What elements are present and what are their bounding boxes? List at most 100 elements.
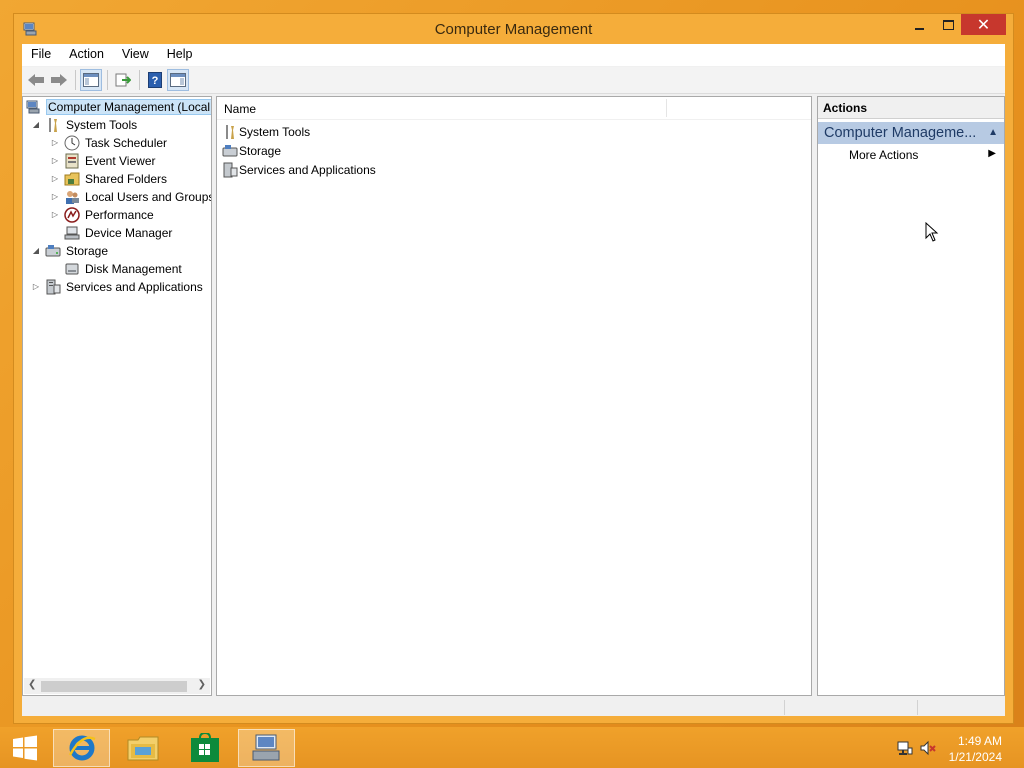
network-icon[interactable]	[897, 740, 913, 756]
collapsed-arrow-icon[interactable]: ▷	[50, 152, 60, 170]
disk-management-icon	[65, 263, 79, 275]
menu-bar: File Action View Help	[22, 44, 1005, 66]
scroll-left-arrow-icon[interactable]: ❮	[28, 679, 36, 690]
collapsed-arrow-icon[interactable]: ▷	[50, 206, 60, 224]
console-tree-icon	[83, 73, 99, 87]
taskbar-computer-management[interactable]	[238, 729, 295, 767]
actions-section-computer-management[interactable]: Computer Manageme... ▲	[818, 122, 1004, 144]
status-divider	[917, 700, 918, 715]
collapsed-arrow-icon[interactable]: ▷	[31, 278, 41, 296]
export-list-icon	[115, 73, 131, 87]
toolbar: ?	[22, 67, 1005, 94]
export-list-button[interactable]	[112, 69, 134, 91]
expanded-arrow-icon[interactable]: ◢	[31, 242, 41, 260]
window-client: File Action View Help ? Computer Managem…	[22, 44, 1005, 716]
console-tree-pane[interactable]: Computer Management (Local ◢ System Tool…	[22, 96, 212, 696]
submenu-arrow-icon[interactable]: ▶	[988, 148, 996, 159]
back-arrow-icon	[28, 74, 44, 86]
menu-file[interactable]: File	[22, 44, 60, 66]
minimize-icon	[914, 27, 924, 30]
storage-icon	[222, 145, 238, 157]
help-icon: ?	[148, 72, 162, 88]
scrollbar-thumb[interactable]	[41, 681, 187, 692]
computer-management-window: Computer Management ✕ File Action View H…	[13, 13, 1014, 724]
services-and-applications-icon	[223, 162, 238, 178]
tree-label: Storage	[66, 244, 109, 258]
collapsed-arrow-icon[interactable]: ▷	[50, 170, 60, 188]
taskbar-internet-explorer[interactable]	[53, 729, 110, 767]
tree-label: Task Scheduler	[85, 136, 168, 150]
computer-management-icon	[252, 734, 279, 761]
maximize-button[interactable]	[934, 14, 962, 35]
taskbar-store[interactable]	[176, 729, 233, 767]
clock-time: 1:49 AM	[957, 734, 1002, 748]
actions-pane: Actions Computer Manageme... ▲ More Acti…	[817, 96, 1005, 696]
toolbar-separator	[139, 70, 140, 90]
tree-horizontal-scrollbar[interactable]: ❮ ❯	[24, 678, 210, 694]
forward-button[interactable]	[48, 69, 70, 91]
expanded-arrow-icon[interactable]: ◢	[31, 116, 41, 134]
tree-label: Event Viewer	[85, 154, 156, 168]
volume-muted-icon[interactable]	[920, 740, 936, 756]
toolbar-separator	[107, 70, 108, 90]
menu-view[interactable]: View	[113, 44, 158, 66]
help-button[interactable]: ?	[144, 69, 166, 91]
close-button[interactable]: ✕	[961, 14, 1006, 35]
more-actions-item[interactable]: More Actions	[849, 148, 918, 162]
windows-logo-icon	[13, 735, 37, 761]
action-pane-icon	[170, 73, 186, 87]
internet-explorer-icon	[68, 735, 96, 761]
taskbar-file-explorer[interactable]	[114, 729, 171, 767]
tree-label: Performance	[85, 208, 154, 222]
device-manager-icon	[64, 226, 80, 240]
minimize-button[interactable]	[904, 14, 934, 35]
clock-date: 1/21/2024	[948, 750, 1002, 764]
taskbar: 1:49 AM 1/21/2024	[0, 727, 1024, 768]
shared-folders-icon	[64, 172, 80, 186]
scroll-right-arrow-icon[interactable]: ❯	[198, 679, 206, 690]
status-bar	[22, 698, 1005, 716]
tree-label: Disk Management	[85, 262, 182, 276]
actions-section-label: Computer Manageme...	[824, 125, 977, 141]
tree-label: Services and Applications	[66, 280, 203, 294]
window-title: Computer Management	[434, 21, 593, 38]
list-header: Name	[217, 97, 811, 120]
back-button[interactable]	[25, 69, 47, 91]
store-icon	[190, 733, 219, 762]
tree-label: Computer Management (Local	[46, 99, 211, 115]
performance-icon	[64, 207, 80, 223]
show-hide-action-pane-button[interactable]	[167, 69, 189, 91]
local-users-icon	[66, 191, 79, 204]
mouse-cursor-icon	[925, 222, 939, 242]
status-divider	[784, 700, 785, 715]
column-divider[interactable]	[666, 99, 667, 117]
system-clock[interactable]: 1:49 AM 1/21/2024	[949, 733, 1002, 765]
collapsed-arrow-icon[interactable]: ▷	[50, 188, 60, 206]
event-viewer-icon	[65, 153, 79, 169]
column-header-name[interactable]: Name	[224, 102, 256, 116]
collapsed-arrow-icon[interactable]: ▷	[50, 134, 60, 152]
file-explorer-icon	[127, 736, 158, 761]
svg-text:?: ?	[152, 75, 159, 87]
collapse-caret-icon[interactable]: ▲	[988, 122, 998, 144]
system-tools-icon	[226, 125, 234, 139]
actions-header: Actions	[818, 97, 1004, 119]
tree-label: Device Manager	[85, 226, 173, 240]
list-item-label: Services and Applications	[239, 163, 376, 177]
close-icon: ✕	[976, 16, 991, 34]
show-hide-console-tree-button[interactable]	[80, 69, 102, 91]
result-list-pane[interactable]: Name System Tools Storage Services and A…	[216, 96, 812, 696]
tree-label: System Tools	[66, 118, 138, 132]
toolbar-separator	[75, 70, 76, 90]
services-and-applications-icon	[46, 279, 61, 295]
tree-label: Local Users and Groups	[85, 190, 212, 204]
title-bar[interactable]: Computer Management ✕	[14, 14, 1013, 44]
forward-arrow-icon	[51, 74, 67, 86]
menu-help[interactable]: Help	[158, 44, 202, 66]
task-scheduler-icon	[64, 135, 80, 151]
maximize-icon	[942, 19, 954, 30]
menu-action[interactable]: Action	[60, 44, 113, 66]
storage-icon	[45, 245, 61, 257]
tree-label: Shared Folders	[85, 172, 168, 186]
start-button[interactable]	[0, 729, 50, 767]
